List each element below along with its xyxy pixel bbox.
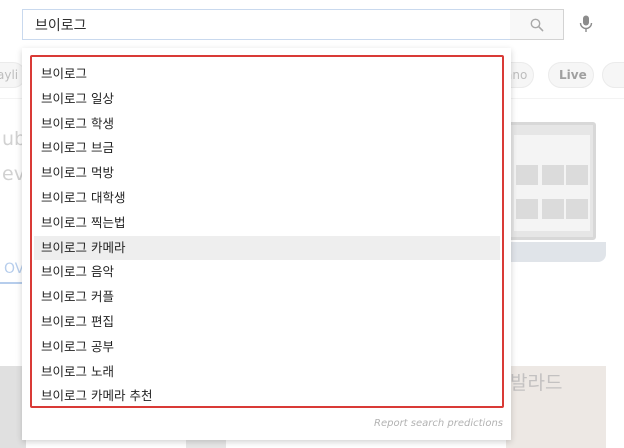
suggestion-item[interactable]: 브이로그 커플 bbox=[34, 285, 500, 310]
suggestion-item[interactable]: 브이로그 찍는법 bbox=[34, 211, 500, 236]
suggestion-item[interactable]: 브이로그 먹방 bbox=[34, 161, 500, 186]
suggestion-item[interactable]: 브이로그 노래 bbox=[34, 360, 500, 385]
suggestion-item[interactable]: 브이로그 브금 bbox=[34, 136, 500, 161]
suggestion-item[interactable]: 브이로그 bbox=[34, 62, 500, 87]
search-icon bbox=[530, 18, 544, 32]
suggestion-item[interactable]: 브이로그 편집 bbox=[34, 310, 500, 335]
suggestion-item[interactable]: 브이로그 공부 bbox=[34, 335, 500, 360]
suggestion-item[interactable]: 브이로그 카메라 추천 bbox=[34, 384, 500, 409]
suggestion-item[interactable]: 브이로그 학생 bbox=[34, 112, 500, 137]
report-predictions-link[interactable]: Report search predictions bbox=[374, 418, 503, 429]
suggestion-item[interactable]: 브이로그 일상 bbox=[34, 87, 500, 112]
mic-icon bbox=[579, 15, 593, 32]
search-suggestions-dropdown: 브이로그 브이로그 일상 브이로그 학생 브이로그 브금 브이로그 먹방 브이로그 대학생… bbox=[22, 48, 511, 440]
suggestion-item[interactable]: 브이로그 대학생 bbox=[34, 186, 500, 211]
suggestions-highlight-frame: 브이로그 브이로그 일상 브이로그 학생 브이로그 브금 브이로그 먹방 브이로그 대학생… bbox=[30, 55, 504, 408]
search-input[interactable] bbox=[35, 15, 495, 35]
search-button[interactable] bbox=[510, 9, 564, 40]
voice-search-button[interactable] bbox=[573, 11, 599, 37]
suggestion-item[interactable]: 브이로그 카메라 bbox=[34, 235, 500, 261]
suggestion-item[interactable]: 브이로그 음악 bbox=[34, 260, 500, 285]
search-box[interactable] bbox=[22, 9, 511, 40]
suggestion-list: 브이로그 브이로그 일상 브이로그 학생 브이로그 브금 브이로그 먹방 브이로그 대학생… bbox=[34, 62, 500, 409]
